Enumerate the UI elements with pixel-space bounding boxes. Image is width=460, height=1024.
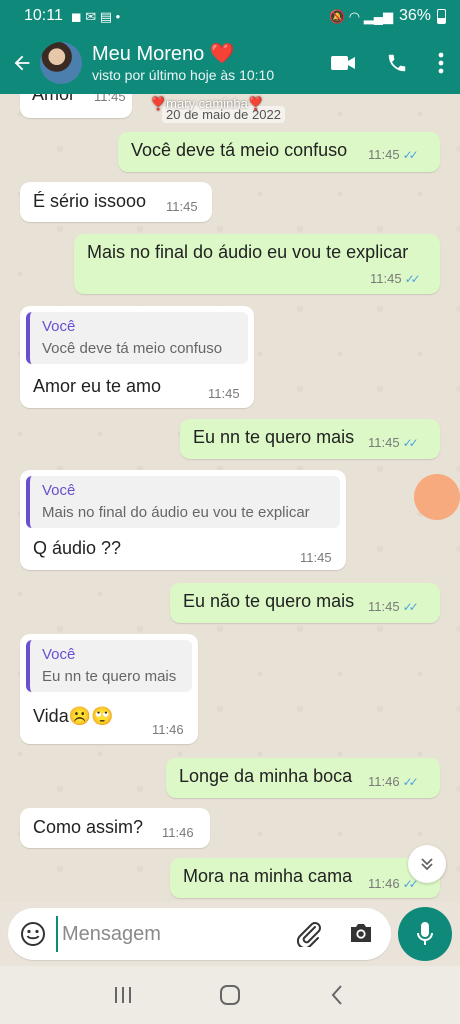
video-call-button[interactable] xyxy=(330,52,356,74)
message-text: Vida☹️🙄 xyxy=(33,706,114,726)
back-nav-button[interactable] xyxy=(317,975,357,1015)
message-time: 11:46 ✓✓ xyxy=(368,876,419,891)
quoted-message[interactable]: Você Eu nn te quero mais xyxy=(26,640,192,692)
quote-text: Você deve tá meio confuso xyxy=(42,340,223,357)
message-text: Como assim? xyxy=(33,817,144,837)
read-receipt-icon: ✓✓ xyxy=(402,876,419,891)
message-bubble-incoming[interactable]: É sério issooo 11:45 xyxy=(20,182,212,222)
recent-apps-button[interactable] xyxy=(103,975,143,1015)
floating-bubble[interactable] xyxy=(414,474,460,520)
message-time: 11:45 ✓✓ xyxy=(368,435,419,450)
microphone-icon xyxy=(417,922,433,945)
notification-icons: ◼ ✉ ▤ • xyxy=(70,8,121,24)
read-receipt-icon: ✓✓ xyxy=(404,271,421,286)
last-seen-status: visto por último hoje às 10:10 xyxy=(92,67,275,83)
message-time: 11:45 ✓✓ xyxy=(370,271,421,286)
more-options-button[interactable] xyxy=(438,52,444,74)
quote-author: Você xyxy=(42,646,76,663)
message-text: Amor xyxy=(32,94,76,104)
message-time: 11:45 xyxy=(300,550,332,565)
video-call-icon xyxy=(331,56,355,70)
contact-info[interactable]: Meu Moreno ❤️ visto por último hoje às 1… xyxy=(92,42,330,84)
message-bubble-incoming-reply[interactable]: Você Eu nn te quero mais Vida☹️🙄 11:46 xyxy=(20,634,198,744)
avatar[interactable] xyxy=(40,42,82,84)
quote-author: Você xyxy=(42,318,76,335)
home-button[interactable] xyxy=(210,975,250,1015)
recents-icon xyxy=(115,987,132,1003)
message-text: Longe da minha boca xyxy=(179,766,353,786)
read-receipt-icon: ✓✓ xyxy=(402,435,419,450)
emoji-icon xyxy=(21,922,45,946)
message-time: 11:45 ✓✓ xyxy=(368,599,419,614)
quote-text: Mais no final do áudio eu vou te explica… xyxy=(42,504,310,521)
message-text: Q áudio ?? xyxy=(33,538,122,558)
message-bubble-incoming-reply[interactable]: Você Você deve tá meio confuso Amor eu t… xyxy=(20,306,254,408)
camera-icon xyxy=(351,924,371,942)
message-text: Mora na minha cama xyxy=(183,866,353,886)
attach-button[interactable] xyxy=(295,921,323,952)
battery-percent: 36% xyxy=(398,7,431,24)
message-time: 11:45 xyxy=(208,386,240,401)
back-button[interactable] xyxy=(4,43,40,83)
clock: 10:11 xyxy=(24,7,63,24)
voice-record-button[interactable] xyxy=(398,907,452,961)
scroll-to-bottom-button[interactable] xyxy=(408,845,446,883)
message-time: 11:46 xyxy=(162,825,194,840)
message-bubble-outgoing[interactable]: Longe da minha boca 11:46 ✓✓ xyxy=(166,758,440,798)
message-text: Mais no final do áudio eu vou te explica… xyxy=(87,242,409,262)
quoted-message[interactable]: Você Mais no final do áudio eu vou te ex… xyxy=(26,476,340,528)
signal-icons: 🔕 ◠ ▂▄▆ xyxy=(329,8,393,24)
message-text: Eu nn te quero mais xyxy=(193,427,355,447)
message-bubble-outgoing[interactable]: Mais no final do áudio eu vou te explica… xyxy=(74,234,440,294)
quoted-message[interactable]: Você Você deve tá meio confuso xyxy=(26,312,248,364)
nav-back-icon xyxy=(331,985,342,1005)
message-bubble-outgoing[interactable]: Eu nn te quero mais 11:45 ✓✓ xyxy=(180,419,440,459)
message-text: Você deve tá meio confuso xyxy=(131,140,348,160)
message-time: 11:45 xyxy=(94,94,126,104)
battery-icon xyxy=(437,8,446,24)
message-text: Amor eu te amo xyxy=(33,376,162,396)
message-time: 11:45 xyxy=(166,199,198,214)
message-time: 11:46 ✓✓ xyxy=(368,774,419,789)
more-vert-icon xyxy=(438,52,444,74)
double-chevron-down-icon xyxy=(421,858,433,871)
camera-button[interactable] xyxy=(348,921,374,950)
home-icon xyxy=(219,985,240,1005)
message-input[interactable] xyxy=(56,916,276,952)
phone-icon xyxy=(388,54,406,72)
message-bubble-outgoing[interactable]: Mora na minha cama 11:46 ✓✓ xyxy=(170,858,440,898)
message-bubble-outgoing[interactable]: Você deve tá meio confuso 11:45 ✓✓ xyxy=(118,132,440,172)
message-bubble-outgoing[interactable]: Eu não te quero mais 11:45 ✓✓ xyxy=(170,583,440,623)
message-bubble-incoming-reply[interactable]: Você Mais no final do áudio eu vou te ex… xyxy=(20,470,346,570)
read-receipt-icon: ✓✓ xyxy=(402,774,419,789)
message-bubble-incoming[interactable]: Como assim? 11:46 xyxy=(20,808,210,848)
message-text: É sério issooo xyxy=(33,191,147,211)
chat-header: Meu Moreno ❤️ visto por último hoje às 1… xyxy=(0,32,460,94)
message-time: 11:45 ✓✓ xyxy=(368,147,419,162)
read-receipt-icon: ✓✓ xyxy=(402,599,419,614)
composer xyxy=(0,902,460,966)
message-input-container xyxy=(8,908,391,960)
message-time: 11:46 xyxy=(152,722,184,737)
read-receipt-icon: ✓✓ xyxy=(402,147,419,162)
status-bar: 10:11 ◼ ✉ ▤ • 🔕 ◠ ▂▄▆ 36% xyxy=(0,0,460,32)
voice-call-button[interactable] xyxy=(386,52,408,74)
message-text: Eu não te quero mais xyxy=(183,591,355,611)
contact-name: Meu Moreno ❤️ xyxy=(92,43,235,65)
quote-text: Eu nn te quero mais xyxy=(42,668,177,685)
paperclip-icon xyxy=(296,922,321,950)
wallpaper-caption: ❣️mary caminha❣️ xyxy=(150,96,265,111)
message-list[interactable]: Amor 11:45 20 de maio de 2022 ❣️mary cam… xyxy=(0,94,460,902)
message-bubble-incoming[interactable]: Amor 11:45 xyxy=(20,94,132,118)
quote-author: Você xyxy=(42,482,76,499)
back-arrow-icon xyxy=(14,55,30,71)
emoji-button[interactable] xyxy=(20,921,46,952)
system-nav-bar xyxy=(0,966,460,1024)
